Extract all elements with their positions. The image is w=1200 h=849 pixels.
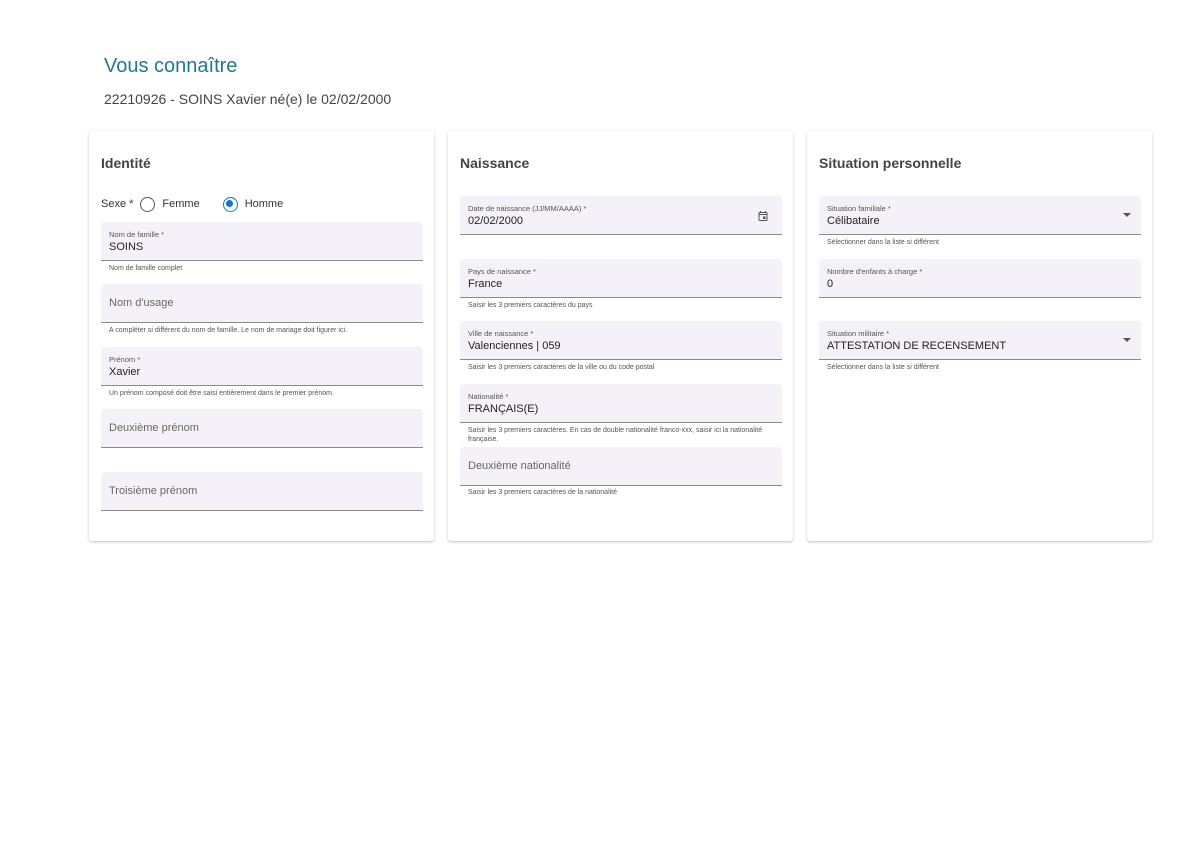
date-naissance-field[interactable]: Date de naissance (JJ/MM/AAAA) * 02/02/2… bbox=[460, 196, 782, 235]
situation-familiale-hint: Sélectionner dans la liste si différent bbox=[827, 239, 939, 246]
pays-naissance-field[interactable]: Pays de naissance * France bbox=[460, 259, 782, 298]
troisieme-prenom-field[interactable]: Troisième prénom bbox=[101, 472, 423, 511]
radio-homme-label: Homme bbox=[244, 198, 284, 210]
nationalite-field[interactable]: Nationalité * FRANÇAIS(E) bbox=[460, 384, 782, 423]
sexe-radio-group: Sexe * Femme Homme bbox=[101, 196, 306, 212]
radio-homme[interactable]: Homme bbox=[222, 196, 284, 212]
situation-familiale-select[interactable]: Situation familiale * Célibataire bbox=[819, 196, 1141, 235]
chevron-down-icon[interactable] bbox=[1123, 338, 1131, 342]
situation-militaire-select[interactable]: Situation militaire * ATTESTATION DE REC… bbox=[819, 321, 1141, 360]
situation-familiale-value: Célibataire bbox=[827, 215, 880, 227]
page-title: Vous connaître bbox=[104, 55, 238, 77]
naissance-card: Naissance Date de naissance (JJ/MM/AAAA)… bbox=[448, 131, 793, 541]
pays-naissance-label: Pays de naissance * bbox=[468, 267, 536, 276]
situation-title: Situation personnelle bbox=[819, 155, 962, 171]
nom-usage-field[interactable]: Nom d'usage bbox=[101, 284, 423, 323]
nationalite-hint: Saisir les 3 premiers caractères. En cas… bbox=[468, 427, 763, 443]
ville-naissance-hint: Saisir les 3 premiers caractères de la v… bbox=[468, 364, 655, 371]
deuxieme-nationalite-hint: Saisir les 3 premiers caractères de la n… bbox=[468, 489, 618, 496]
ville-naissance-value: Valenciennes | 059 bbox=[468, 340, 561, 352]
nombre-enfants-value: 0 bbox=[827, 278, 834, 290]
situation-militaire-hint: Sélectionner dans la liste si différent bbox=[827, 364, 939, 371]
pays-naissance-hint: Saisir les 3 premiers caractères du pays bbox=[468, 302, 593, 309]
situation-familiale-label: Situation familiale * bbox=[827, 204, 891, 213]
situation-militaire-value: ATTESTATION DE RECENSEMENT bbox=[827, 340, 1007, 352]
nationalite-label: Nationalité * bbox=[468, 392, 509, 401]
date-naissance-value: 02/02/2000 bbox=[468, 215, 524, 227]
naissance-title: Naissance bbox=[460, 155, 530, 171]
nom-famille-label: Nom de famille * bbox=[109, 230, 165, 239]
deuxieme-prenom-field[interactable]: Deuxième prénom bbox=[101, 409, 423, 448]
nombre-enfants-label: Nombre d'enfants à charge * bbox=[827, 267, 923, 276]
chevron-down-icon[interactable] bbox=[1123, 213, 1131, 217]
date-naissance-label: Date de naissance (JJ/MM/AAAA) * bbox=[468, 204, 587, 213]
prenom-label: Prénom * bbox=[109, 355, 141, 364]
page-subtitle: 22210926 - SOINS Xavier né(e) le 02/02/2… bbox=[104, 91, 392, 107]
nombre-enfants-field[interactable]: Nombre d'enfants à charge * 0 bbox=[819, 259, 1141, 298]
troisieme-prenom-placeholder: Troisième prénom bbox=[109, 485, 198, 497]
nom-famille-field[interactable]: Nom de famille * SOINS bbox=[101, 222, 423, 261]
situation-card: Situation personnelle Situation familial… bbox=[807, 131, 1152, 541]
deuxieme-prenom-placeholder: Deuxième prénom bbox=[109, 422, 199, 434]
nom-famille-hint: Nom de famille complet bbox=[109, 265, 183, 272]
identite-card: Identité Sexe * Femme Homme Nom de famil… bbox=[89, 131, 434, 541]
ville-naissance-field[interactable]: Ville de naissance * Valenciennes | 059 bbox=[460, 321, 782, 360]
nom-usage-hint: A compléter si différent du nom de famil… bbox=[109, 327, 347, 334]
nationalite-value: FRANÇAIS(E) bbox=[468, 403, 539, 415]
prenom-field[interactable]: Prénom * Xavier bbox=[101, 347, 423, 386]
radio-femme-label: Femme bbox=[162, 198, 200, 210]
calendar-icon[interactable] bbox=[757, 210, 769, 222]
radio-femme[interactable]: Femme bbox=[140, 196, 200, 212]
radio-femme-circle[interactable] bbox=[140, 196, 156, 212]
deuxieme-nationalite-placeholder: Deuxième nationalité bbox=[468, 460, 571, 472]
prenom-value: Xavier bbox=[109, 366, 141, 378]
radio-homme-circle[interactable] bbox=[222, 196, 238, 212]
ville-naissance-label: Ville de naissance * bbox=[468, 329, 534, 338]
pays-naissance-value: France bbox=[468, 278, 503, 290]
nom-famille-value: SOINS bbox=[109, 241, 144, 253]
nom-usage-placeholder: Nom d'usage bbox=[109, 297, 174, 309]
identite-title: Identité bbox=[101, 155, 151, 171]
sexe-label: Sexe * bbox=[101, 198, 134, 210]
situation-militaire-label: Situation militaire * bbox=[827, 329, 890, 338]
deuxieme-nationalite-field[interactable]: Deuxième nationalité bbox=[460, 447, 782, 486]
prenom-hint: Un prénom composé doit être saisi entièr… bbox=[109, 390, 334, 397]
